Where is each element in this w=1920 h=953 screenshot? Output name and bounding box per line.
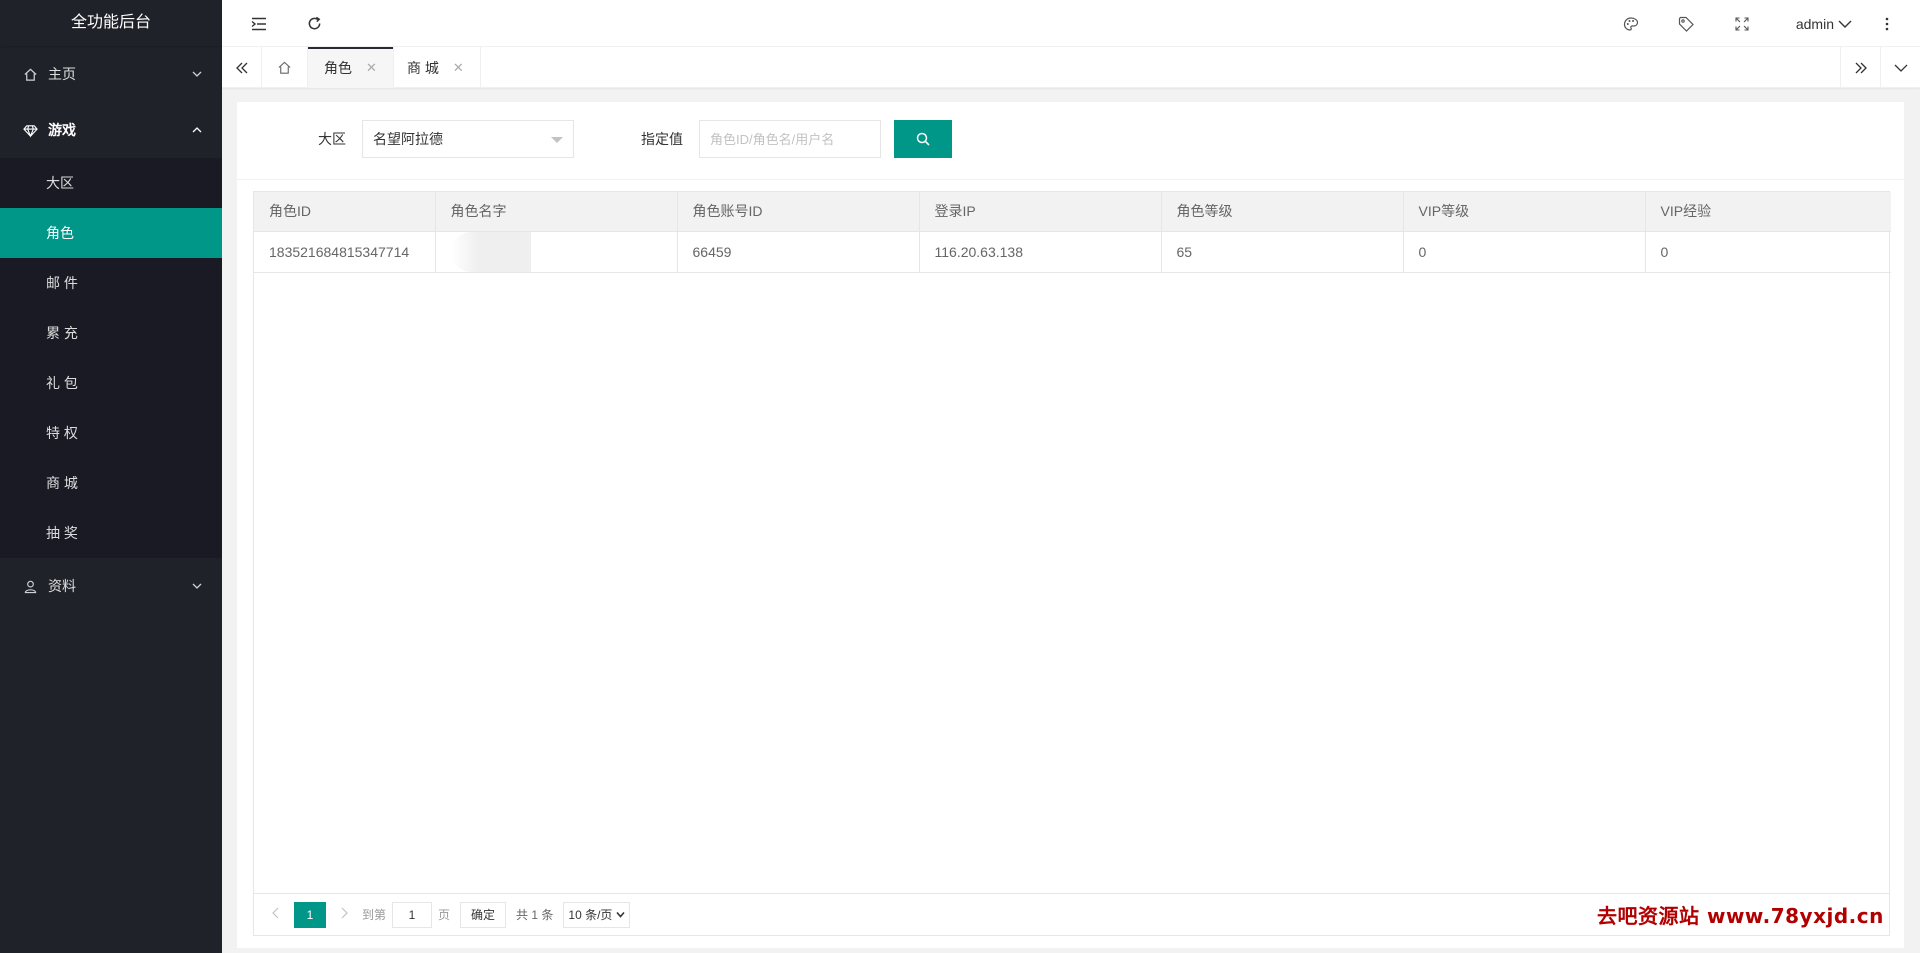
diamond-icon <box>22 122 38 138</box>
nav-item-game[interactable]: 游戏 <box>0 102 222 158</box>
close-icon[interactable]: ✕ <box>366 60 377 76</box>
tag-icon[interactable] <box>1663 0 1709 47</box>
refresh-icon[interactable] <box>291 0 337 47</box>
tab-label: 商 城 <box>407 59 439 76</box>
region-selected-value: 名望阿拉德 <box>373 131 443 147</box>
chevron-up-icon <box>190 123 204 137</box>
game-submenu: 大区 角色 邮 件 累 充 礼 包 特 权 商 城 抽 奖 <box>0 158 222 558</box>
flexible-menu-icon[interactable] <box>236 0 282 47</box>
main-content: 大区 名望阿拉德 指定值 角色ID 角色名字 角色账号ID 登录IP 角色等级 <box>237 102 1904 948</box>
table-row[interactable]: 183521684815347714 66459 116.20.63.138 6… <box>254 231 1891 273</box>
region-select[interactable]: 名望阿拉德 <box>362 120 574 158</box>
column-header[interactable]: 角色ID <box>254 192 436 232</box>
table-cell: 0 <box>1403 231 1646 273</box>
watermark-text: 去吧资源站 www.78yxjd.cn <box>1597 904 1884 928</box>
nav-item-label: 主页 <box>48 66 76 82</box>
nav-item-label: 资料 <box>48 578 76 594</box>
goto-page-input[interactable] <box>392 901 433 928</box>
roles-table: 角色ID 角色名字 角色账号ID 登录IP 角色等级 VIP等级 VIP经验 1… <box>254 192 1891 273</box>
sidebar-item-recharge[interactable]: 累 充 <box>0 308 222 358</box>
tabs-scroll-right-button[interactable] <box>1840 47 1880 88</box>
chevron-down-icon <box>190 579 204 593</box>
sidebar-item-region[interactable]: 大区 <box>0 158 222 208</box>
chevron-down-icon <box>616 911 626 918</box>
sidebar-item-shop[interactable]: 商 城 <box>0 458 222 508</box>
goto-label: 到第 <box>362 908 387 922</box>
chevron-down-icon <box>190 67 204 81</box>
search-button[interactable] <box>894 120 952 158</box>
prev-page-icon[interactable] <box>264 907 288 922</box>
more-vertical-icon[interactable] <box>1864 0 1910 47</box>
table-header-row: 角色ID 角色名字 角色账号ID 登录IP 角色等级 VIP等级 VIP经验 <box>254 192 1891 232</box>
tab-home[interactable] <box>262 47 308 88</box>
goto-confirm-button[interactable]: 确定 <box>460 901 507 928</box>
sidebar-item-gift[interactable]: 礼 包 <box>0 358 222 408</box>
table-cell-redacted <box>435 231 678 273</box>
theme-icon[interactable] <box>1608 0 1654 47</box>
double-chevron-left-icon <box>235 62 247 73</box>
close-icon[interactable]: ✕ <box>453 60 464 76</box>
table-cell: 116.20.63.138 <box>919 231 1162 273</box>
page-size-value: 10 条/页 <box>568 908 613 922</box>
fullscreen-icon[interactable] <box>1719 0 1765 47</box>
user-menu[interactable]: admin <box>1796 0 1852 47</box>
home-icon <box>22 66 38 82</box>
double-chevron-right-icon <box>1855 62 1867 73</box>
nav-item-label: 游戏 <box>48 122 76 138</box>
table-cell: 66459 <box>677 231 920 273</box>
sidebar-item-mail[interactable]: 邮 件 <box>0 258 222 308</box>
chevron-down-icon <box>1838 19 1852 29</box>
region-label: 大区 <box>318 131 346 147</box>
tab-shop[interactable]: 商 城 ✕ <box>391 47 481 88</box>
redacted-name-blur <box>450 231 531 271</box>
user-icon <box>22 578 38 594</box>
column-header[interactable]: VIP经验 <box>1645 192 1891 232</box>
table-cell: 183521684815347714 <box>254 231 436 273</box>
total-count: 共 1 条 <box>516 908 554 922</box>
value-label: 指定值 <box>641 131 683 147</box>
tabs-menu-button[interactable] <box>1880 47 1920 88</box>
home-icon <box>278 61 291 74</box>
column-header[interactable]: 角色名字 <box>435 192 678 232</box>
next-page-icon[interactable] <box>332 907 356 922</box>
search-input[interactable] <box>699 120 881 158</box>
app-logo: 全功能后台 <box>0 0 222 46</box>
chevron-down-icon <box>1894 64 1907 72</box>
column-header[interactable]: 登录IP <box>919 192 1162 232</box>
nav-group-home: 主页 <box>0 46 222 102</box>
search-icon <box>916 132 930 146</box>
nav-item-home[interactable]: 主页 <box>0 46 222 102</box>
tabs-scroll-left-button[interactable] <box>222 47 262 88</box>
sidebar: 全功能后台 主页 游戏 大区 角色 邮 件 累 充 礼 包 特 权 商 城 抽 … <box>0 0 222 953</box>
nav-group-game: 游戏 大区 角色 邮 件 累 充 礼 包 特 权 商 城 抽 奖 <box>0 102 222 558</box>
table-cell: 0 <box>1645 231 1891 273</box>
sidebar-item-lottery[interactable]: 抽 奖 <box>0 508 222 558</box>
sidebar-item-privilege[interactable]: 特 权 <box>0 408 222 458</box>
username: admin <box>1795 15 1834 32</box>
column-header[interactable]: VIP等级 <box>1403 192 1646 232</box>
page-size-select[interactable]: 10 条/页 <box>563 901 631 928</box>
column-header[interactable]: 角色账号ID <box>677 192 920 232</box>
current-page[interactable]: 1 <box>294 901 326 928</box>
top-header: admin <box>222 0 1920 47</box>
tab-label: 角色 <box>324 59 352 76</box>
nav-group-profile: 资料 <box>0 558 222 614</box>
column-header[interactable]: 角色等级 <box>1161 192 1404 232</box>
table-cell: 65 <box>1161 231 1404 273</box>
tab-role[interactable]: 角色 ✕ <box>308 47 394 88</box>
dropdown-arrow-icon <box>551 137 563 143</box>
nav-item-profile[interactable]: 资料 <box>0 558 222 614</box>
page-unit-label: 页 <box>438 908 451 922</box>
sidebar-item-role[interactable]: 角色 <box>0 208 222 258</box>
tabs-bar: 角色 ✕ 商 城 ✕ <box>222 47 1920 88</box>
data-table-container: 角色ID 角色名字 角色账号ID 登录IP 角色等级 VIP等级 VIP经验 1… <box>253 191 1891 936</box>
filter-form: 大区 名望阿拉德 指定值 <box>237 102 1904 180</box>
